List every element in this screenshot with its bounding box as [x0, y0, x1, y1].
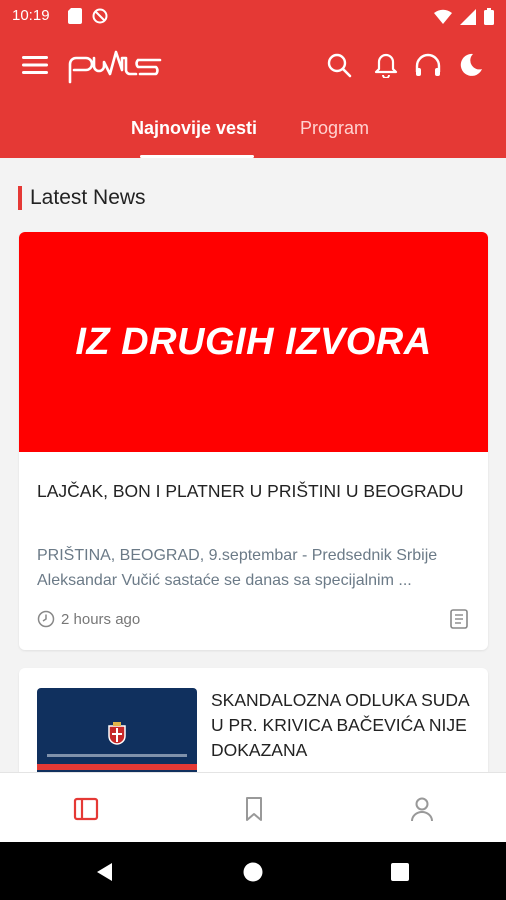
- system-navigation-bar: [0, 842, 506, 900]
- bottom-navigation: [0, 772, 506, 842]
- serbian-coat-of-arms-icon: [108, 722, 126, 745]
- article-card[interactable]: IZ DRUGIH IZVORA LAJČAK, BON I PLATNER U…: [19, 232, 488, 650]
- tab-program[interactable]: Program: [300, 118, 369, 139]
- article-title: SKANDALOZNA ODLUKA SUDA U PR. KRIVICA BA…: [211, 690, 469, 760]
- document-icon: [450, 609, 468, 629]
- wifi-icon: [434, 9, 452, 24]
- bell-icon: [374, 53, 398, 78]
- app-bar: Najnovije vesti Program: [0, 34, 506, 158]
- search-button[interactable]: [324, 50, 354, 80]
- back-icon: [97, 863, 112, 881]
- status-notifications: [68, 8, 108, 24]
- section-accent-bar: [18, 186, 22, 210]
- menu-button[interactable]: [20, 50, 50, 80]
- article-time: 2 hours ago: [61, 610, 141, 628]
- section-header: Latest News: [18, 186, 146, 210]
- article-title: LAJČAK, BON I PLATNER U PRIŠTINI U BEOGR…: [37, 481, 464, 501]
- back-button[interactable]: [94, 861, 116, 883]
- nav-saved[interactable]: [240, 795, 268, 823]
- home-button[interactable]: [242, 861, 264, 883]
- section-title: Latest News: [30, 186, 146, 209]
- nav-profile[interactable]: [408, 795, 436, 823]
- article-card[interactable]: SKANDALOZNA ODLUKA SUDA U PR. KRIVICA BA…: [19, 668, 488, 772]
- recents-icon: [391, 863, 409, 881]
- headphones-icon: [415, 53, 441, 76]
- signal-icon: [460, 8, 476, 25]
- article-excerpt: PRIŠTINA, BEOGRAD, 9.septembar - Predsed…: [37, 547, 438, 589]
- do-not-disturb-icon: [92, 8, 108, 24]
- bookmark-icon: [246, 797, 262, 821]
- news-icon: [73, 797, 99, 821]
- article-meta: 2 hours ago: [37, 610, 140, 628]
- battery-icon: [484, 8, 494, 25]
- notifications-button[interactable]: [371, 50, 401, 80]
- status-bar: 10:19: [0, 0, 506, 34]
- audio-button[interactable]: [413, 50, 443, 80]
- puls-logo: [66, 48, 166, 84]
- article-thumbnail: [37, 688, 197, 772]
- nav-news[interactable]: [72, 795, 100, 823]
- clock-icon: [37, 610, 55, 628]
- article-image-text: IZ DRUGIH IZVORA: [75, 320, 432, 363]
- home-icon: [243, 862, 263, 882]
- thumbnail-red-strip: [37, 764, 197, 770]
- moon-icon: [460, 53, 482, 76]
- theme-toggle-button[interactable]: [456, 50, 486, 80]
- status-system-icons: [434, 8, 494, 25]
- sd-card-icon: [68, 8, 82, 24]
- news-feed[interactable]: Latest News IZ DRUGIH IZVORA LAJČAK, BON…: [0, 158, 506, 772]
- recents-button[interactable]: [389, 861, 411, 883]
- profile-icon: [411, 797, 433, 822]
- status-time: 10:19: [12, 7, 50, 24]
- read-article-button[interactable]: [448, 608, 470, 630]
- tab-bar: Najnovije vesti Program: [0, 104, 506, 158]
- article-image: IZ DRUGIH IZVORA: [19, 232, 488, 452]
- hamburger-icon: [22, 56, 48, 74]
- search-icon: [327, 53, 352, 78]
- thumbnail-caption-line: [47, 754, 187, 757]
- tab-latest-news[interactable]: Najnovije vesti: [131, 118, 257, 139]
